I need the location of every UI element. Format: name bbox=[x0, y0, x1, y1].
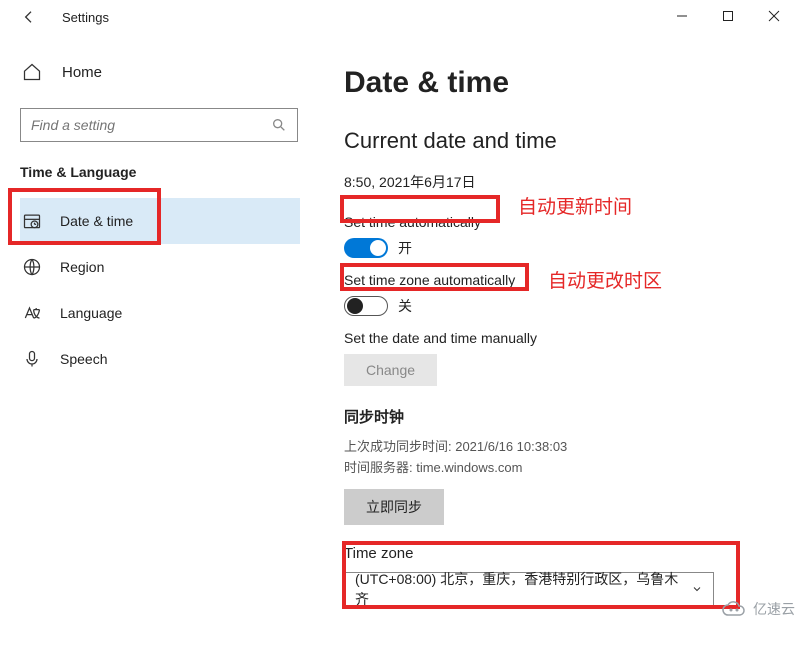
sidebar-item-region[interactable]: Region bbox=[20, 244, 300, 290]
sidebar-item-label: Date & time bbox=[60, 213, 133, 229]
current-time-heading: Current date and time bbox=[344, 128, 777, 154]
sidebar-item-speech[interactable]: Speech bbox=[20, 336, 300, 382]
sync-last-time: 上次成功同步时间: 2021/6/16 10:38:03 bbox=[344, 437, 777, 458]
manual-time-label: Set the date and time manually bbox=[344, 330, 537, 346]
sync-header: 同步时钟 bbox=[344, 406, 777, 427]
tz-value: (UTC+08:00) 北京，重庆，香港特别行政区，乌鲁木齐 bbox=[355, 569, 691, 609]
maximize-button[interactable] bbox=[705, 0, 751, 32]
titlebar: Settings bbox=[0, 0, 801, 32]
page-title: Date & time bbox=[344, 66, 777, 100]
watermark-text: 亿速云 bbox=[753, 599, 795, 619]
search-icon bbox=[271, 117, 287, 133]
set-time-auto-label: Set time automatically bbox=[344, 214, 481, 230]
set-tz-auto-toggle[interactable] bbox=[344, 296, 388, 316]
tz-label: Time zone bbox=[344, 545, 777, 562]
sync-now-button[interactable]: 立即同步 bbox=[344, 489, 444, 525]
settings-window: Settings Home bbox=[0, 0, 801, 625]
content-pane: Date & time Current date and time 8:50, … bbox=[320, 32, 801, 646]
sidebar-home[interactable]: Home bbox=[20, 56, 300, 88]
search-field[interactable] bbox=[31, 117, 271, 133]
chevron-down-icon bbox=[691, 583, 703, 595]
minimize-button[interactable] bbox=[659, 0, 705, 32]
change-button: Change bbox=[344, 354, 437, 386]
watermark: 亿速云 bbox=[721, 599, 795, 619]
clock-icon bbox=[22, 211, 42, 231]
toggle-off-label: 关 bbox=[398, 296, 412, 316]
language-icon bbox=[22, 303, 42, 323]
sidebar-item-datetime[interactable]: Date & time bbox=[20, 198, 300, 244]
set-time-auto-toggle[interactable] bbox=[344, 238, 388, 258]
annotation-auto-time: 自动更新时间 bbox=[518, 192, 632, 219]
globe-icon bbox=[22, 257, 42, 277]
current-time-value: 8:50, 2021年6月17日 bbox=[344, 172, 777, 192]
sidebar-item-label: Language bbox=[60, 305, 122, 321]
back-button[interactable] bbox=[20, 8, 38, 26]
window-title: Settings bbox=[62, 10, 109, 25]
sidebar: Home Time & Language Date & time bbox=[0, 32, 320, 646]
sidebar-item-label: Region bbox=[60, 259, 104, 275]
toggle-on-label: 开 bbox=[398, 238, 412, 258]
set-tz-auto-label: Set time zone automatically bbox=[344, 272, 515, 288]
mic-icon bbox=[22, 349, 42, 369]
cloud-icon bbox=[721, 600, 747, 618]
home-icon bbox=[22, 62, 42, 82]
tz-dropdown[interactable]: (UTC+08:00) 北京，重庆，香港特别行政区，乌鲁木齐 bbox=[344, 572, 714, 606]
annotation-auto-tz: 自动更改时区 bbox=[548, 266, 662, 293]
search-input[interactable] bbox=[20, 108, 298, 142]
sync-server: 时间服务器: time.windows.com bbox=[344, 458, 777, 479]
sidebar-section-title: Time & Language bbox=[20, 164, 300, 180]
sidebar-item-language[interactable]: Language bbox=[20, 290, 300, 336]
home-label: Home bbox=[62, 64, 102, 81]
close-button[interactable] bbox=[751, 0, 797, 32]
sidebar-item-label: Speech bbox=[60, 351, 107, 367]
